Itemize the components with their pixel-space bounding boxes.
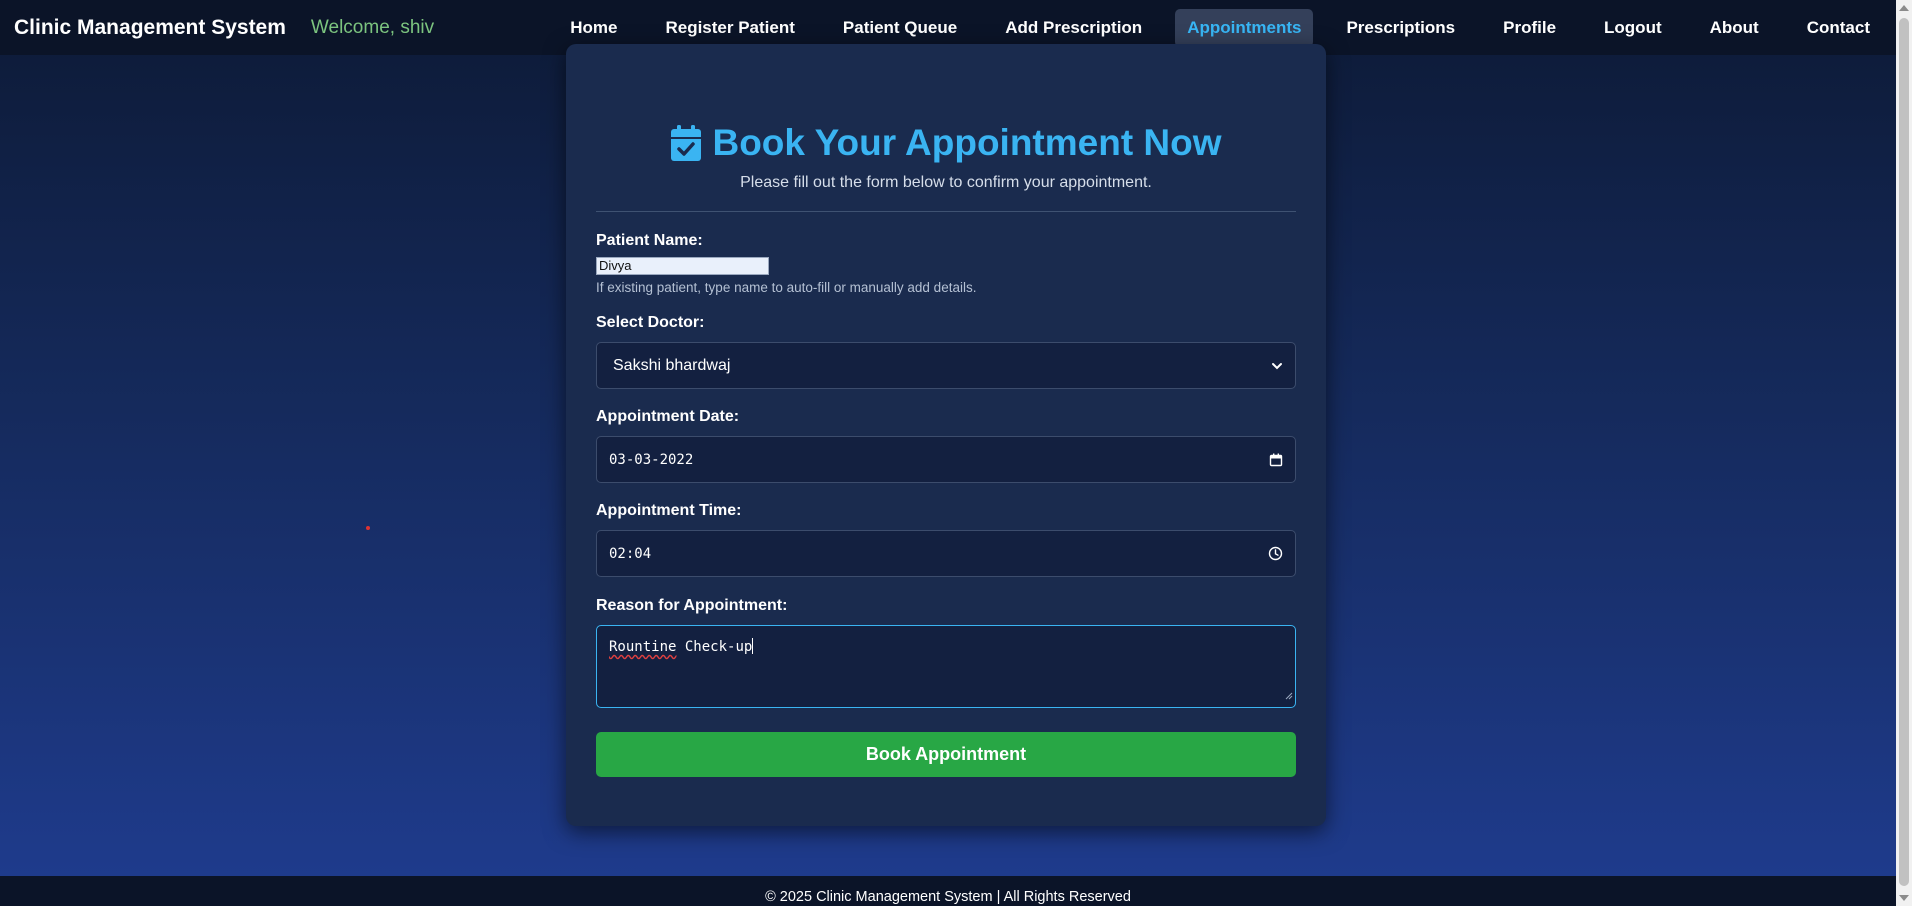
doctor-select[interactable]: Sakshi bhardwaj <box>596 342 1296 389</box>
text-caret <box>752 638 754 654</box>
doctor-selected-value: Sakshi bhardwaj <box>613 356 731 374</box>
nav-logout[interactable]: Logout <box>1592 9 1674 47</box>
time-value: 02:04 <box>609 545 652 562</box>
nav-prescriptions[interactable]: Prescriptions <box>1334 9 1467 47</box>
appointment-card: Book Your Appointment Now Please fill ou… <box>566 44 1326 826</box>
nav-appointments[interactable]: Appointments <box>1175 8 1314 47</box>
reason-label: Reason for Appointment: <box>596 597 788 614</box>
form-title: Book Your Appointment Now <box>712 122 1222 163</box>
scroll-up-icon[interactable] <box>1899 5 1909 11</box>
reason-misspelled-word: Rountine <box>609 639 677 655</box>
book-appointment-button[interactable]: Book Appointment <box>596 732 1296 777</box>
footer-text: © 2025 Clinic Management System | All Ri… <box>765 889 1131 905</box>
date-value: 03-03-2022 <box>609 451 694 468</box>
time-label: Appointment Time: <box>596 502 742 519</box>
nav-add-prescription[interactable]: Add Prescription <box>993 9 1154 47</box>
form-header: Book Your Appointment Now <box>596 122 1296 164</box>
patient-name-hint: If existing patient, type name to auto-f… <box>596 280 977 295</box>
reason-text: Check-up <box>676 639 753 655</box>
nav-register-patient[interactable]: Register Patient <box>653 9 806 47</box>
chevron-down-icon <box>1271 360 1283 372</box>
calendar-icon[interactable] <box>1269 453 1283 467</box>
nav-home[interactable]: Home <box>558 9 629 47</box>
scroll-thumb[interactable] <box>1899 18 1909 886</box>
divider <box>596 211 1296 212</box>
resize-handle-icon[interactable] <box>1284 687 1293 705</box>
nav-contact[interactable]: Contact <box>1795 9 1882 47</box>
patient-name-label: Patient Name: <box>596 232 703 249</box>
nav-about[interactable]: About <box>1698 9 1771 47</box>
scroll-down-icon[interactable] <box>1899 895 1909 901</box>
nav-links: Home Register Patient Patient Queue Add … <box>546 8 1882 47</box>
patient-name-input[interactable]: Divya <box>596 257 769 275</box>
clock-icon[interactable] <box>1268 546 1283 561</box>
reason-textarea[interactable]: Rountine Check-up <box>596 625 1296 708</box>
calendar-check-icon <box>670 124 702 162</box>
nav-patient-queue[interactable]: Patient Queue <box>831 9 969 47</box>
cursor-dot <box>366 526 370 530</box>
nav-profile[interactable]: Profile <box>1491 9 1568 47</box>
date-input[interactable]: 03-03-2022 <box>596 436 1296 483</box>
brand-title: Clinic Management System <box>14 15 286 39</box>
doctor-label: Select Doctor: <box>596 314 705 331</box>
welcome-text: Welcome, shiv <box>310 16 435 38</box>
footer: © 2025 Clinic Management System | All Ri… <box>0 876 1896 906</box>
time-input[interactable]: 02:04 <box>596 530 1296 577</box>
date-label: Appointment Date: <box>596 408 740 425</box>
scrollbar[interactable] <box>1896 0 1912 906</box>
form-subtitle: Please fill out the form below to confir… <box>740 174 1152 191</box>
